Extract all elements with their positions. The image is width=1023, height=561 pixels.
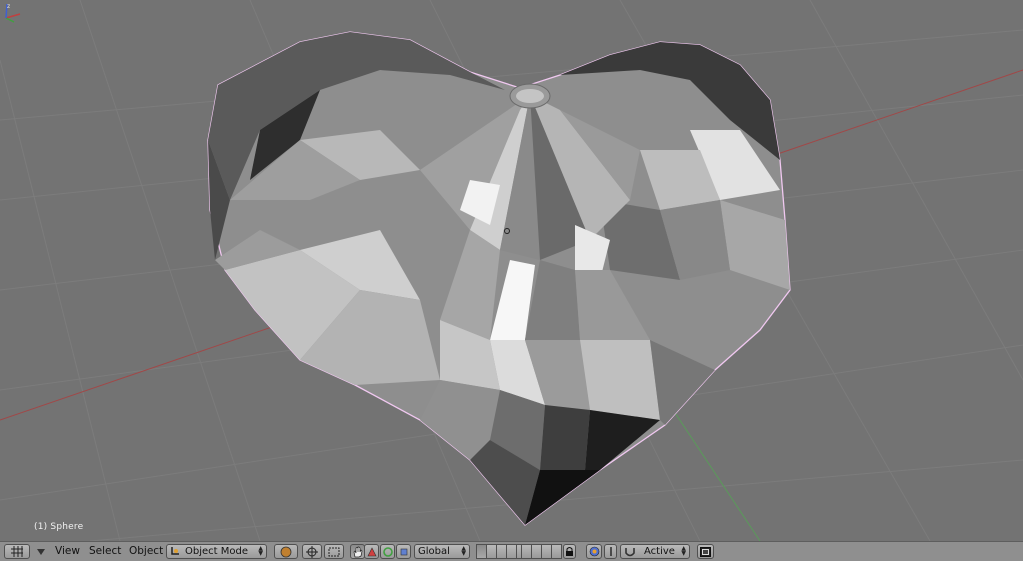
proportional-edit-button[interactable] — [586, 544, 602, 559]
render-icon — [700, 546, 711, 557]
render-preview-button[interactable] — [697, 544, 714, 559]
rotate-manipulator-button[interactable] — [380, 544, 395, 559]
select-menu[interactable]: Select — [89, 545, 121, 557]
view-menu[interactable]: View — [55, 545, 80, 557]
draw-type-dropdown[interactable] — [274, 544, 298, 559]
triangle-down-icon[interactable] — [36, 548, 46, 556]
circle-icon — [382, 546, 393, 557]
solid-shading-icon — [280, 546, 292, 557]
translate-manipulator-button[interactable] — [364, 544, 379, 559]
object-mode-icon — [171, 547, 179, 555]
layer-buttons-group-2[interactable] — [521, 544, 562, 559]
pivot-dropdown-value: Active — [644, 546, 675, 557]
blender-window: z (1) Sphere View Select Object Object M… — [0, 0, 1023, 561]
hand-icon — [353, 546, 363, 557]
svg-text:z: z — [7, 3, 10, 10]
grid-icon — [11, 546, 23, 557]
pivot-point-dropdown[interactable] — [302, 544, 322, 559]
mode-dropdown-value: Object Mode — [185, 546, 248, 557]
orientation-dropdown-value: Global — [418, 546, 450, 557]
lock-layers-button[interactable] — [563, 544, 576, 559]
object-menu[interactable]: Object — [129, 545, 163, 557]
falloff-button[interactable] — [604, 544, 617, 559]
layer-button[interactable] — [551, 544, 562, 559]
orientation-dropdown[interactable]: Global ▲ ▼ — [414, 544, 470, 559]
proportional-edit-icon — [589, 546, 599, 557]
square-icon — [400, 548, 407, 555]
dropdown-arrows-icon: ▲ ▼ — [461, 545, 466, 557]
dropdown-arrows-icon: ▲ ▼ — [681, 545, 686, 557]
triangle-icon — [367, 546, 376, 556]
editor-type-button[interactable] — [4, 544, 30, 559]
axis-gizmo-icon: z — [5, 3, 21, 23]
pivot-options-button[interactable] — [324, 544, 344, 559]
magnet-icon — [625, 547, 635, 556]
pivot-dropdown[interactable]: Active ▲ ▼ — [620, 544, 690, 559]
dotted-box-icon — [328, 547, 340, 556]
falloff-icon — [609, 547, 612, 556]
viewport-canvas[interactable] — [0, 0, 1023, 541]
active-object-label: (1) Sphere — [34, 522, 84, 532]
3d-view-header: View Select Object Object Mode ▲ ▼ Globa… — [0, 541, 1023, 561]
heart-mesh[interactable] — [207, 31, 791, 526]
3d-viewport[interactable]: z (1) Sphere — [0, 0, 1023, 541]
manipulator-toggle[interactable] — [350, 544, 365, 559]
layer-buttons-group-1[interactable] — [476, 544, 527, 559]
pivot-icon — [306, 545, 318, 558]
lock-icon — [566, 547, 573, 556]
dropdown-arrows-icon: ▲ ▼ — [258, 545, 263, 557]
mode-dropdown[interactable]: Object Mode ▲ ▼ — [166, 544, 267, 559]
scale-manipulator-button[interactable] — [396, 544, 411, 559]
